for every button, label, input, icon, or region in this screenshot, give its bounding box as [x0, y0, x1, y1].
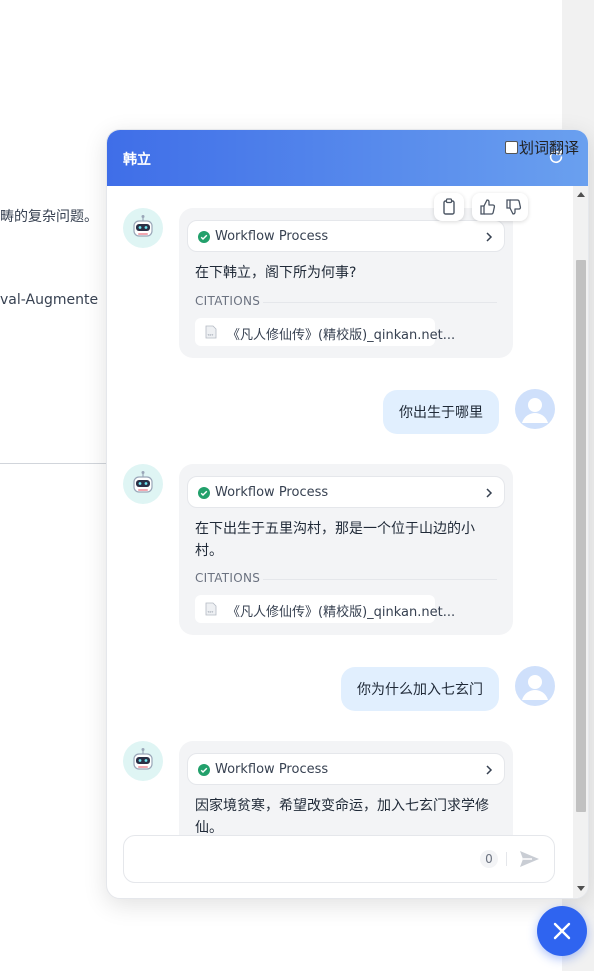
close-icon: [553, 922, 571, 940]
bot-avatar: [123, 208, 163, 248]
check-circle-icon: [198, 487, 210, 499]
message-text: 你出生于哪里: [399, 405, 483, 421]
background-divider: [0, 463, 110, 464]
citations-label: CITATIONS: [195, 571, 261, 585]
message-text: 在下出生于五里沟村，那是一个位于山边的小村。: [195, 521, 475, 559]
translate-checkbox[interactable]: [505, 140, 518, 154]
robot-icon: [133, 748, 153, 770]
user-icon: [522, 398, 548, 423]
workflow-label: Workflow Process: [215, 762, 329, 777]
robot-icon: [133, 215, 153, 237]
thumbs-down-icon[interactable]: [499, 193, 527, 221]
chat-title: 韩立: [123, 152, 151, 168]
check-circle-icon: [198, 231, 210, 243]
scroll-up-arrow[interactable]: [577, 192, 585, 197]
workflow-process-toggle[interactable]: Workflow Process: [187, 476, 505, 508]
chevron-right-icon: [486, 488, 493, 498]
citation-title: 《凡人修仙传》(精校版)_qinkan.net...: [227, 605, 456, 620]
bot-message: Workflow Process 因家境贫寒，希望改变命运，加入七玄门求学修仙。: [179, 741, 513, 836]
workflow-process-toggle[interactable]: Workflow Process: [187, 753, 505, 785]
workflow-label: Workflow Process: [215, 485, 329, 500]
thumbs-up-icon[interactable]: [473, 193, 501, 221]
message-text: 在下韩立，阁下所为何事?: [195, 265, 357, 281]
background-text-line: val-Augmente: [0, 292, 99, 308]
citations-divider: [263, 579, 497, 580]
user-icon: [522, 675, 548, 700]
citations-divider: [263, 302, 497, 303]
bot-avatar: [123, 464, 163, 504]
bot-message: Workflow Process 在下出生于五里沟村，那是一个位于山边的小村。 …: [179, 464, 513, 635]
chat-scrollbar[interactable]: [573, 186, 588, 898]
citation-item[interactable]: TXT 《凡人修仙传》(精校版)_qinkan.net...: [195, 595, 455, 623]
copy-button[interactable]: [434, 193, 464, 221]
citation-title: 《凡人修仙传》(精校版)_qinkan.net...: [227, 328, 456, 343]
background-text-line: 畴的复杂问题。: [0, 209, 98, 225]
char-count: 0: [480, 850, 498, 868]
message-text: 因家境贫寒，希望改变命运，加入七玄门求学修仙。: [195, 798, 489, 836]
input-divider: [506, 852, 507, 866]
message-input[interactable]: [136, 846, 470, 872]
message-input-box: 0: [123, 835, 555, 883]
workflow-label: Workflow Process: [215, 229, 329, 244]
translate-toggle[interactable]: 划词翻译: [505, 137, 579, 157]
robot-icon: [133, 471, 153, 493]
txt-file-icon: TXT: [205, 325, 217, 339]
citations-header: CITATIONS: [195, 571, 497, 587]
scrollbar-thumb[interactable]: [576, 260, 586, 812]
chevron-right-icon: [486, 232, 493, 242]
citations-label: CITATIONS: [195, 294, 261, 308]
txt-file-icon: TXT: [205, 602, 217, 616]
feedback-buttons: [472, 193, 528, 221]
citation-item[interactable]: TXT 《凡人修仙传》(精校版)_qinkan.net...: [195, 318, 455, 346]
bot-avatar: [123, 741, 163, 781]
chat-window: 韩立 划词翻译 Workflow Process 在下韩立，阁下所为何事? CI…: [106, 129, 589, 899]
citations-header: CITATIONS: [195, 294, 497, 310]
user-message: 你为什么加入七玄门: [341, 667, 499, 711]
user-avatar: [515, 389, 555, 429]
send-icon[interactable]: [518, 848, 540, 870]
scroll-down-arrow[interactable]: [577, 886, 585, 891]
message-text: 你为什么加入七玄门: [357, 682, 483, 698]
workflow-process-toggle[interactable]: Workflow Process: [187, 220, 505, 252]
check-circle-icon: [198, 764, 210, 776]
translate-label: 划词翻译: [519, 138, 580, 157]
user-message: 你出生于哪里: [383, 390, 499, 434]
svg-text:TXT: TXT: [207, 610, 214, 614]
clipboard-icon: [443, 198, 455, 215]
chat-header: 韩立 划词翻译: [107, 130, 588, 186]
bot-message: Workflow Process 在下韩立，阁下所为何事? CITATIONS …: [179, 208, 513, 358]
svg-text:TXT: TXT: [207, 333, 214, 337]
close-chat-button[interactable]: [537, 906, 587, 956]
user-avatar: [515, 666, 555, 706]
chat-messages: Workflow Process 在下韩立，阁下所为何事? CITATIONS …: [107, 186, 573, 836]
chevron-right-icon: [486, 765, 493, 775]
